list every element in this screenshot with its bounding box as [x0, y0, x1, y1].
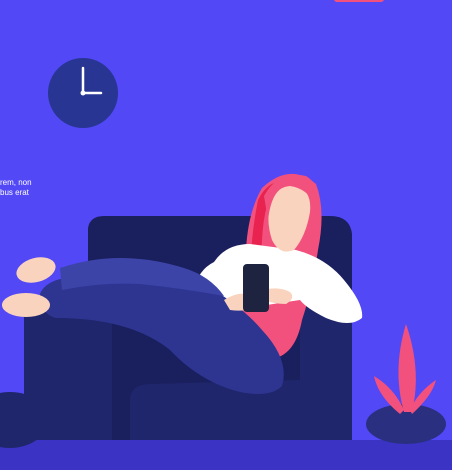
floor [0, 440, 452, 470]
potted-plant-icon [366, 324, 446, 444]
foot-lower [2, 293, 50, 317]
wall-clock-icon [48, 58, 118, 128]
illustration-scene [0, 58, 452, 470]
foot-upper [16, 257, 56, 283]
smartphone-icon [243, 264, 269, 312]
